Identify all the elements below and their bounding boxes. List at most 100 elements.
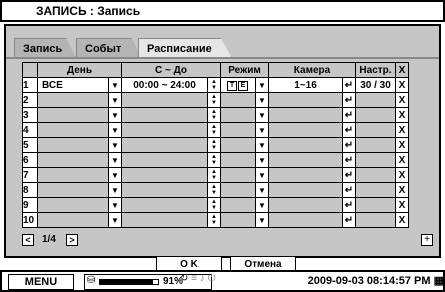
mode-select[interactable] bbox=[220, 167, 256, 183]
camera-field[interactable] bbox=[268, 197, 343, 213]
tab-record[interactable]: Запись bbox=[14, 38, 76, 58]
time-spinner-icon[interactable]: ▲ ▼ bbox=[207, 92, 221, 108]
camera-field[interactable] bbox=[268, 152, 343, 168]
camera-enter-icon[interactable]: ↵ bbox=[342, 182, 356, 198]
tab-schedule[interactable]: Расписание bbox=[138, 38, 232, 58]
day-select[interactable] bbox=[37, 212, 109, 228]
time-range-field[interactable] bbox=[121, 167, 208, 183]
mode-select[interactable] bbox=[220, 212, 256, 228]
camera-enter-icon[interactable]: ↵ bbox=[342, 197, 356, 213]
time-spinner-icon[interactable]: ▲ ▼ bbox=[207, 137, 221, 153]
camera-enter-icon[interactable]: ↵ bbox=[342, 167, 356, 183]
mode-dropdown-icon[interactable]: ▼ bbox=[255, 182, 269, 198]
settings-field[interactable] bbox=[355, 92, 396, 108]
mode-select[interactable]: TE bbox=[220, 77, 256, 93]
add-row-button[interactable]: + bbox=[421, 234, 433, 246]
settings-field[interactable] bbox=[355, 152, 396, 168]
settings-field[interactable]: 30 / 30 bbox=[355, 77, 396, 93]
day-dropdown-icon[interactable]: ▼ bbox=[108, 137, 122, 153]
delete-row-button[interactable]: X bbox=[395, 167, 409, 183]
camera-enter-icon[interactable]: ↵ bbox=[342, 107, 356, 123]
camera-enter-icon[interactable]: ↵ bbox=[342, 212, 356, 228]
camera-field[interactable] bbox=[268, 137, 343, 153]
mode-dropdown-icon[interactable]: ▼ bbox=[255, 167, 269, 183]
mode-dropdown-icon[interactable]: ▼ bbox=[255, 152, 269, 168]
camera-enter-icon[interactable]: ↵ bbox=[342, 92, 356, 108]
day-select[interactable] bbox=[37, 107, 109, 123]
delete-row-button[interactable]: X bbox=[395, 77, 409, 93]
camera-enter-icon[interactable]: ↵ bbox=[342, 77, 356, 93]
camera-field[interactable] bbox=[268, 92, 343, 108]
prev-page-button[interactable]: < bbox=[22, 234, 34, 246]
delete-row-button[interactable]: X bbox=[395, 212, 409, 228]
settings-field[interactable] bbox=[355, 197, 396, 213]
mode-dropdown-icon[interactable]: ▼ bbox=[255, 122, 269, 138]
settings-field[interactable] bbox=[355, 182, 396, 198]
delete-row-button[interactable]: X bbox=[395, 197, 409, 213]
delete-row-button[interactable]: X bbox=[395, 137, 409, 153]
day-select[interactable] bbox=[37, 137, 109, 153]
day-dropdown-icon[interactable]: ▼ bbox=[108, 92, 122, 108]
camera-field[interactable] bbox=[268, 212, 343, 228]
camera-field[interactable] bbox=[268, 122, 343, 138]
menu-button[interactable]: MENU bbox=[8, 274, 74, 290]
mode-select[interactable] bbox=[220, 197, 256, 213]
day-dropdown-icon[interactable]: ▼ bbox=[108, 167, 122, 183]
tab-event[interactable]: Событ bbox=[76, 38, 142, 58]
day-select[interactable] bbox=[37, 167, 109, 183]
settings-field[interactable] bbox=[355, 122, 396, 138]
day-dropdown-icon[interactable]: ▼ bbox=[108, 152, 122, 168]
settings-field[interactable] bbox=[355, 107, 396, 123]
mode-select[interactable] bbox=[220, 152, 256, 168]
day-dropdown-icon[interactable]: ▼ bbox=[108, 212, 122, 228]
day-dropdown-icon[interactable]: ▼ bbox=[108, 77, 122, 93]
settings-field[interactable] bbox=[355, 167, 396, 183]
day-select[interactable] bbox=[37, 92, 109, 108]
mode-dropdown-icon[interactable]: ▼ bbox=[255, 92, 269, 108]
camera-enter-icon[interactable]: ↵ bbox=[342, 152, 356, 168]
mode-dropdown-icon[interactable]: ▼ bbox=[255, 137, 269, 153]
camera-enter-icon[interactable]: ↵ bbox=[342, 122, 356, 138]
next-page-button[interactable]: > bbox=[66, 234, 78, 246]
time-range-field[interactable] bbox=[121, 92, 208, 108]
day-select[interactable] bbox=[37, 122, 109, 138]
day-select[interactable] bbox=[37, 182, 109, 198]
time-range-field[interactable] bbox=[121, 152, 208, 168]
time-range-field[interactable] bbox=[121, 107, 208, 123]
day-select[interactable] bbox=[37, 152, 109, 168]
time-range-field[interactable]: 00:00 ~ 24:00 bbox=[121, 77, 208, 93]
time-spinner-icon[interactable]: ▲ ▼ bbox=[207, 167, 221, 183]
time-spinner-icon[interactable]: ▲ ▼ bbox=[207, 212, 221, 228]
delete-row-button[interactable]: X bbox=[395, 122, 409, 138]
time-range-field[interactable] bbox=[121, 137, 208, 153]
mode-select[interactable] bbox=[220, 92, 256, 108]
mode-dropdown-icon[interactable]: ▼ bbox=[255, 107, 269, 123]
delete-row-button[interactable]: X bbox=[395, 182, 409, 198]
day-dropdown-icon[interactable]: ▼ bbox=[108, 107, 122, 123]
delete-row-button[interactable]: X bbox=[395, 92, 409, 108]
mode-dropdown-icon[interactable]: ▼ bbox=[255, 212, 269, 228]
camera-enter-icon[interactable]: ↵ bbox=[342, 137, 356, 153]
time-spinner-icon[interactable]: ▲ ▼ bbox=[207, 107, 221, 123]
camera-field[interactable] bbox=[268, 182, 343, 198]
time-spinner-icon[interactable]: ▲ ▼ bbox=[207, 197, 221, 213]
time-spinner-icon[interactable]: ▲ ▼ bbox=[207, 77, 221, 93]
mode-dropdown-icon[interactable]: ▼ bbox=[255, 77, 269, 93]
time-spinner-icon[interactable]: ▲ ▼ bbox=[207, 122, 221, 138]
day-dropdown-icon[interactable]: ▼ bbox=[108, 122, 122, 138]
time-range-field[interactable] bbox=[121, 182, 208, 198]
time-range-field[interactable] bbox=[121, 212, 208, 228]
day-dropdown-icon[interactable]: ▼ bbox=[108, 197, 122, 213]
camera-field[interactable] bbox=[268, 167, 343, 183]
delete-row-button[interactable]: X bbox=[395, 107, 409, 123]
mode-select[interactable] bbox=[220, 122, 256, 138]
time-spinner-icon[interactable]: ▲ ▼ bbox=[207, 152, 221, 168]
time-range-field[interactable] bbox=[121, 197, 208, 213]
mode-select[interactable] bbox=[220, 137, 256, 153]
day-dropdown-icon[interactable]: ▼ bbox=[108, 182, 122, 198]
settings-field[interactable] bbox=[355, 212, 396, 228]
delete-row-button[interactable]: X bbox=[395, 152, 409, 168]
settings-field[interactable] bbox=[355, 137, 396, 153]
mode-dropdown-icon[interactable]: ▼ bbox=[255, 197, 269, 213]
time-spinner-icon[interactable]: ▲ ▼ bbox=[207, 182, 221, 198]
